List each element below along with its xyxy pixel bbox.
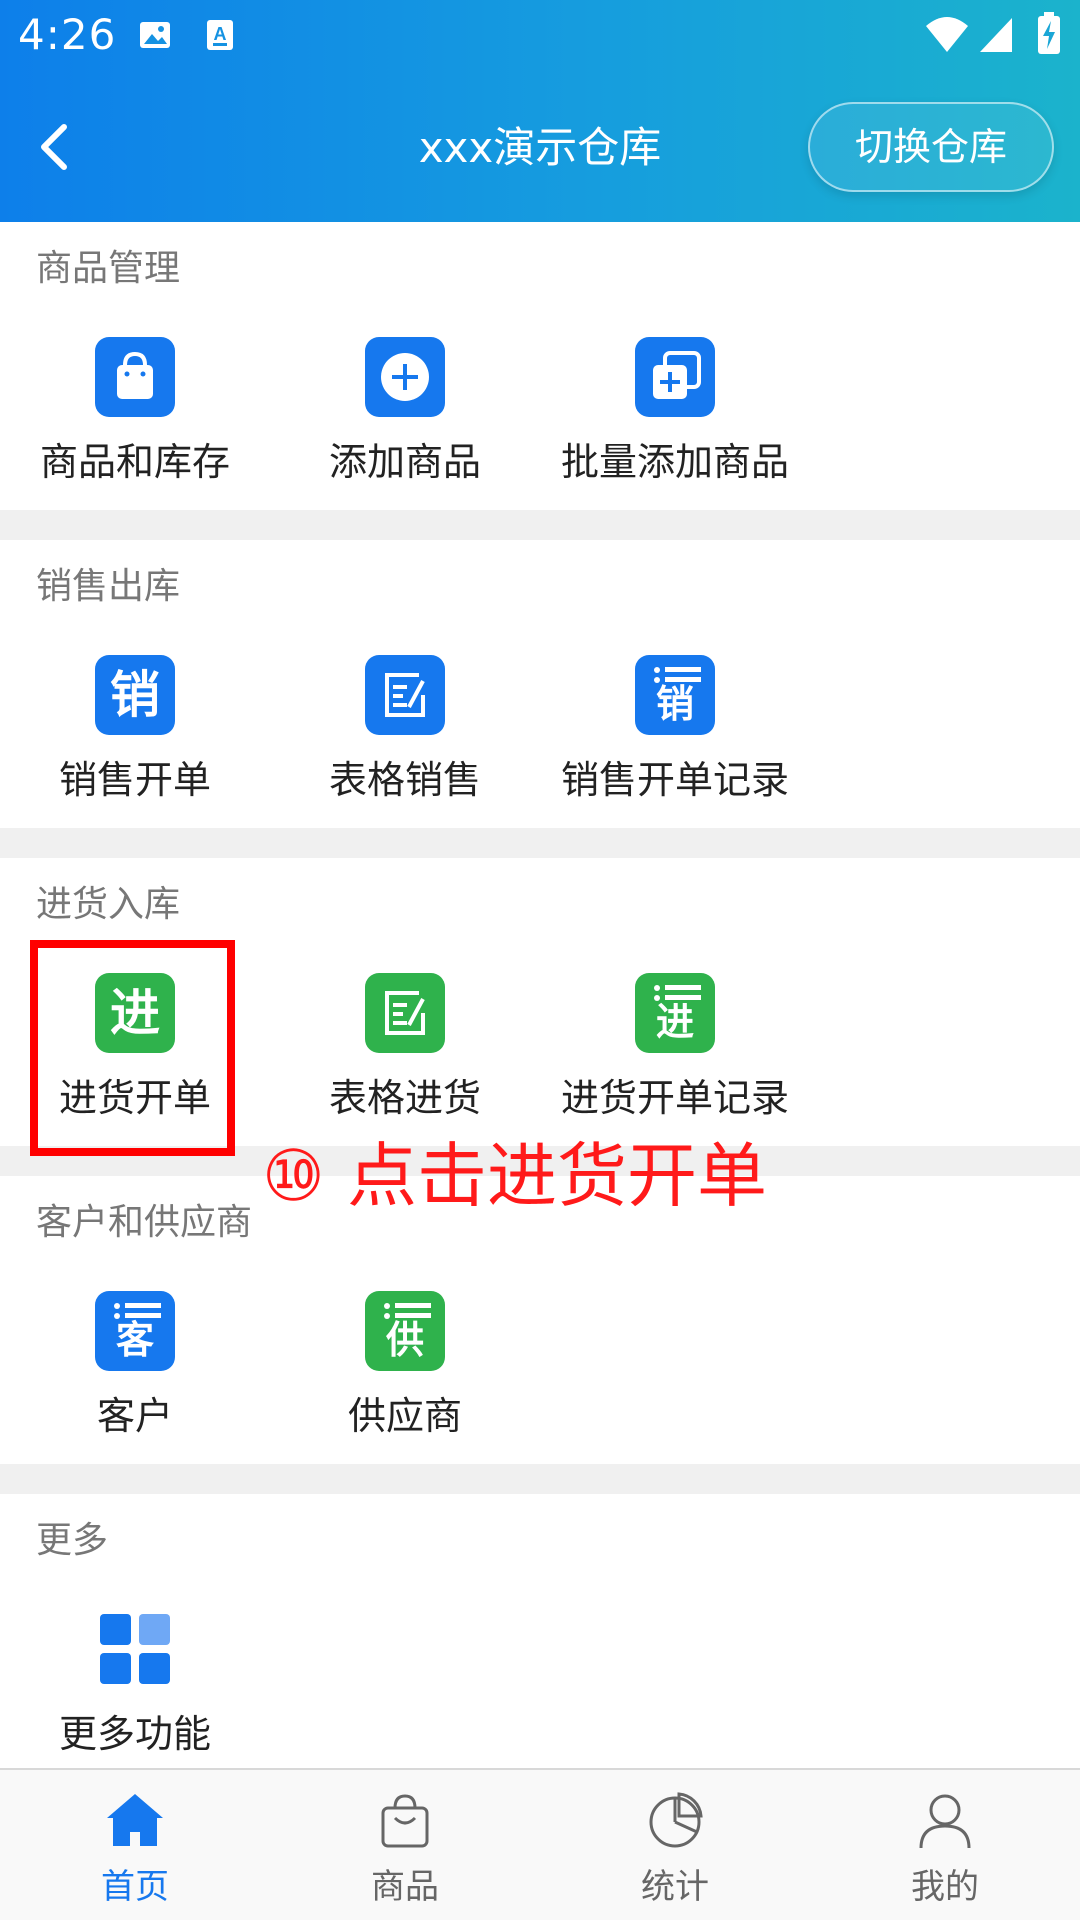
batch-add-icon: [635, 337, 715, 417]
item-label: 客户: [96, 1394, 173, 1438]
status-time: 4:26: [18, 10, 117, 59]
wifi-icon: [924, 14, 970, 58]
cellular-signal-icon: [978, 14, 1014, 58]
tab-label: 我的: [911, 1867, 979, 1907]
supplier-list-icon: 供: [365, 1291, 445, 1371]
tab-mine[interactable]: 我的: [810, 1770, 1080, 1920]
home-icon: [107, 1794, 163, 1846]
table-edit-icon: [365, 655, 445, 735]
section-title: 进货入库: [36, 884, 181, 925]
table-purchase-button[interactable]: 表格进货: [270, 973, 540, 1123]
item-label: 商品和库存: [39, 440, 230, 484]
switch-warehouse-button[interactable]: 切换仓库: [808, 102, 1054, 192]
purchase-order-button[interactable]: 进 进货开单: [0, 973, 270, 1123]
tab-home[interactable]: 首页: [0, 1770, 270, 1920]
user-icon: [919, 1794, 971, 1849]
add-product-button[interactable]: 添加商品: [270, 337, 540, 487]
item-label: 批量添加商品: [560, 440, 789, 484]
battery-charging-icon: [1036, 12, 1062, 60]
image-notification-icon: [138, 18, 172, 56]
tab-statistics[interactable]: 统计: [540, 1770, 810, 1920]
item-label: 表格进货: [328, 1076, 481, 1120]
section-more: 更多 更多功能: [0, 1494, 1080, 1768]
icon-glyph: 供: [385, 1318, 424, 1362]
section-sales-outbound: 销售出库 销 销售开单 表格销售 销 销售开单记录: [0, 540, 1080, 828]
section-title: 更多: [36, 1520, 109, 1561]
tab-label: 统计: [641, 1867, 709, 1907]
sale-records-icon: 销: [635, 655, 715, 735]
app-root: 4:26 A xxx演示仓库 切换仓库 商品管理 商品和库存 添加商品 批量添加…: [0, 0, 1080, 1920]
icon-glyph: 销: [110, 666, 160, 724]
section-purchase-inbound: 进货入库 进 进货开单 表格进货 进 进货开单记录: [0, 858, 1080, 1146]
header: 4:26 A xxx演示仓库 切换仓库: [0, 0, 1080, 222]
instruction-annotation: ⑩ 点击进货开单: [262, 1135, 768, 1217]
section-title: 商品管理: [36, 248, 181, 289]
sales-records-button[interactable]: 销 销售开单记录: [540, 655, 810, 805]
item-label: 更多功能: [58, 1712, 211, 1756]
purchase-records-icon: 进: [635, 973, 715, 1053]
section-product-management: 商品管理 商品和库存 添加商品 批量添加商品: [0, 222, 1080, 510]
icon-glyph: 进: [110, 984, 160, 1042]
item-label: 供应商: [347, 1394, 462, 1438]
customer-list-icon: 客: [95, 1291, 175, 1371]
item-label: 进货开单记录: [560, 1076, 789, 1120]
customers-button[interactable]: 客 客户: [0, 1291, 270, 1441]
icon-glyph: 进: [655, 1000, 694, 1044]
table-edit-icon: [365, 973, 445, 1053]
navbar: xxx演示仓库 切换仓库: [0, 75, 1080, 222]
suppliers-button[interactable]: 供 供应商: [270, 1291, 540, 1441]
grid-icon: [95, 1609, 175, 1689]
svg-text:A: A: [214, 24, 227, 44]
bottom-tab-bar: 首页 商品 统计 我的: [0, 1768, 1080, 1920]
tab-label: 商品: [371, 1867, 439, 1907]
icon-glyph: 销: [655, 682, 694, 726]
section-title: 销售出库: [36, 566, 181, 607]
item-label: 销售开单: [58, 758, 211, 802]
pie-chart-icon: [649, 1792, 703, 1848]
plus-circle-icon: [365, 337, 445, 417]
sale-order-icon: 销: [95, 655, 175, 735]
section-title: 客户和供应商: [36, 1202, 253, 1243]
table-sales-button[interactable]: 表格销售: [270, 655, 540, 805]
shopping-bag-icon: [95, 337, 175, 417]
products-and-inventory-button[interactable]: 商品和库存: [0, 337, 270, 487]
more-features-button[interactable]: 更多功能: [0, 1609, 270, 1759]
item-label: 销售开单记录: [560, 758, 789, 802]
batch-add-products-button[interactable]: 批量添加商品: [540, 337, 810, 487]
purchase-records-button[interactable]: 进 进货开单记录: [540, 973, 810, 1123]
status-bar: 4:26 A: [0, 0, 1080, 75]
tab-products[interactable]: 商品: [270, 1770, 540, 1920]
tab-label: 首页: [101, 1867, 169, 1907]
icon-glyph: 客: [115, 1318, 154, 1362]
shopping-bag-icon: [381, 1794, 429, 1848]
purchase-order-icon: 进: [95, 973, 175, 1053]
item-label: 进货开单: [58, 1076, 211, 1120]
sales-order-button[interactable]: 销 销售开单: [0, 655, 270, 805]
text-notification-icon: A: [205, 18, 235, 56]
item-label: 表格销售: [328, 758, 481, 802]
item-label: 添加商品: [328, 440, 481, 484]
